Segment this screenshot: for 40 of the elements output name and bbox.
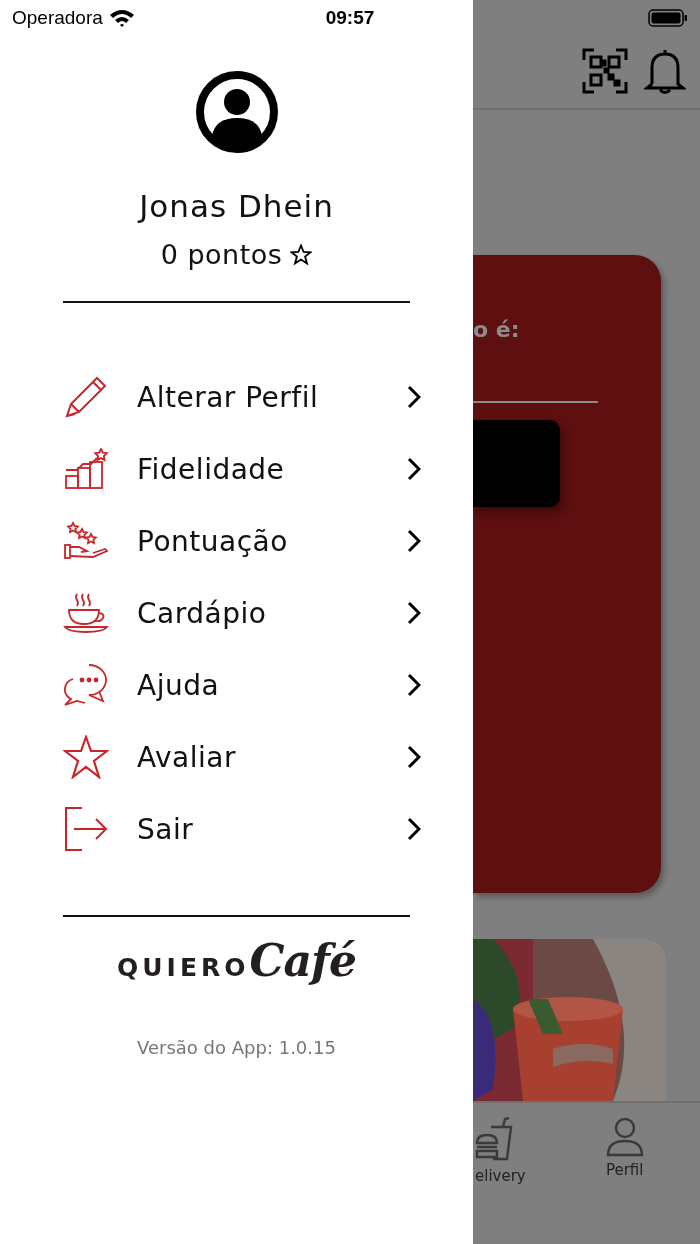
app-logo: QUIERO Café bbox=[117, 935, 356, 987]
star-icon bbox=[290, 244, 313, 266]
chevron-right-icon bbox=[407, 457, 421, 481]
menu-item[interactable]: Alterar Perfil bbox=[0, 361, 473, 433]
chat-bubbles-icon bbox=[63, 663, 109, 707]
growth-chart-icon bbox=[63, 448, 109, 490]
card-label: o é: bbox=[473, 316, 520, 344]
menu-item[interactable]: Cardápio bbox=[0, 577, 473, 649]
chevron-right-icon bbox=[407, 673, 421, 697]
clock-time: 09:57 bbox=[324, 7, 376, 29]
tab-bar-item[interactable]: elivery bbox=[473, 1117, 526, 1244]
pencil-icon bbox=[63, 374, 109, 420]
bell-icon[interactable] bbox=[644, 48, 686, 94]
menu-item[interactable]: Avaliar bbox=[0, 721, 473, 793]
chevron-right-icon bbox=[407, 529, 421, 553]
qr-code-icon[interactable] bbox=[582, 48, 628, 94]
carrier-name: Operadora bbox=[12, 7, 103, 29]
chevron-right-icon bbox=[407, 385, 421, 409]
tab-label: Perfil bbox=[605, 1161, 644, 1179]
hand-with-stars-icon bbox=[63, 521, 109, 561]
points-count: 0 pontos bbox=[160, 238, 283, 272]
exit-icon bbox=[64, 806, 108, 852]
menu-item[interactable]: Fidelidade bbox=[0, 433, 473, 505]
tab-bar-item[interactable]: Perfil bbox=[605, 1117, 644, 1244]
tab-label: elivery bbox=[475, 1167, 526, 1185]
user-name: Jonas Dhein bbox=[136, 187, 335, 225]
battery-icon bbox=[648, 9, 688, 27]
menu-item[interactable]: Sair bbox=[0, 793, 473, 865]
avatar-icon bbox=[194, 70, 279, 154]
app-version: Versão do App: 1.0.15 bbox=[136, 1037, 337, 1058]
menu-item[interactable]: Ajuda bbox=[0, 649, 473, 721]
person-icon[interactable] bbox=[605, 1117, 644, 1157]
chevron-right-icon bbox=[407, 817, 421, 841]
star-icon bbox=[63, 735, 109, 779]
menu-item[interactable]: Pontuação bbox=[0, 505, 473, 577]
burger-and-drink-icon bbox=[475, 1117, 515, 1161]
wifi-icon bbox=[108, 9, 135, 27]
coffee-cup-icon bbox=[63, 592, 109, 634]
chevron-right-icon bbox=[407, 601, 421, 625]
chevron-right-icon bbox=[407, 745, 421, 769]
